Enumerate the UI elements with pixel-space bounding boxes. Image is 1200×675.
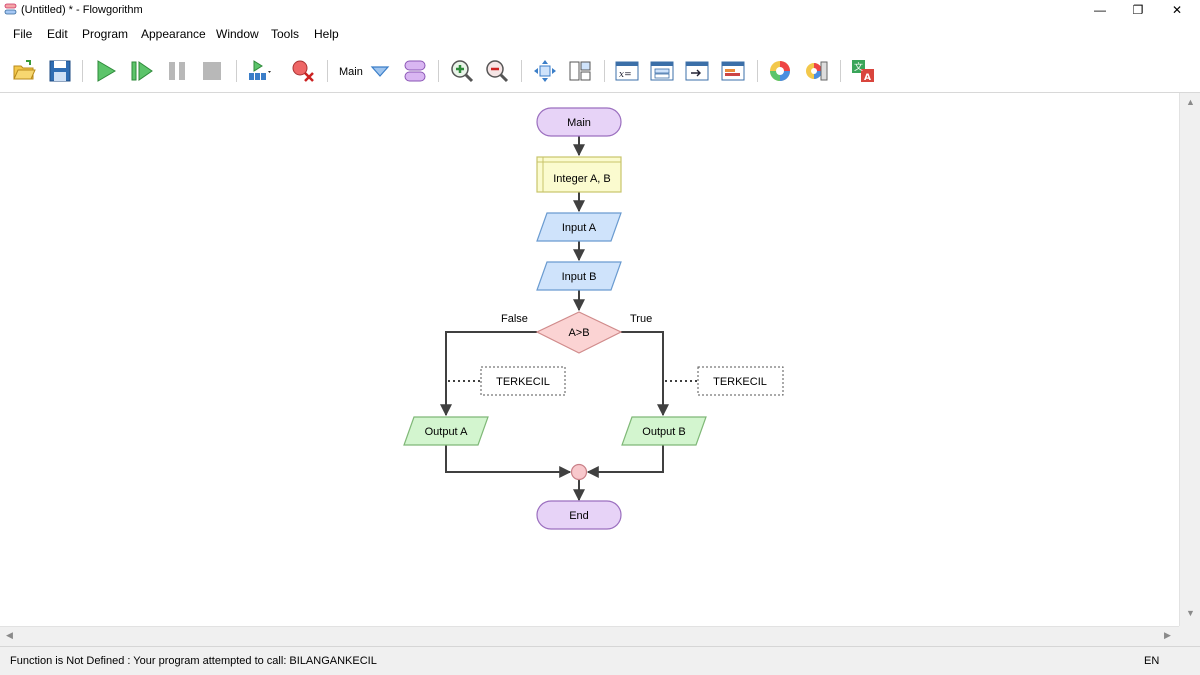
input-a-label: Input A — [562, 222, 597, 234]
source-code-icon[interactable] — [649, 58, 675, 84]
start-label: Main — [567, 117, 591, 129]
output-b-label: Output B — [642, 426, 685, 438]
close-button[interactable]: ✕ — [1157, 0, 1197, 20]
toolbar-separator — [438, 60, 439, 82]
functions-icon[interactable] — [402, 58, 428, 84]
menu-help[interactable]: Help — [314, 27, 339, 41]
title-bar: (Untitled) * - Flowgorithm — ❐ ✕ — [0, 0, 1200, 20]
merge-connector — [570, 463, 588, 481]
save-icon[interactable] — [47, 58, 73, 84]
menu-program[interactable]: Program — [82, 27, 128, 41]
window-title: (Untitled) * - Flowgorithm — [21, 4, 143, 16]
output-a-label: Output A — [425, 426, 468, 438]
pause-icon[interactable] — [164, 58, 190, 84]
scroll-left-icon[interactable]: ◀ — [6, 630, 13, 641]
zoom-out-icon[interactable] — [484, 58, 510, 84]
scroll-down-icon[interactable]: ▼ — [1186, 608, 1195, 618]
clear-breakpoints-icon[interactable] — [290, 58, 316, 84]
function-selector-label[interactable]: Main — [339, 66, 363, 78]
output-a-shape[interactable]: Output A — [403, 416, 489, 446]
false-branch-label: False — [501, 313, 528, 325]
zoom-in-icon[interactable] — [449, 58, 475, 84]
declare-shape[interactable]: Integer A, B — [536, 156, 622, 193]
scroll-right-icon[interactable]: ▶ — [1164, 630, 1171, 641]
scroll-up-icon[interactable]: ▲ — [1186, 97, 1195, 107]
start-terminal[interactable]: Main — [536, 107, 622, 137]
flowchart: Main Integer A, B Input A Input B A>B Fa… — [403, 107, 784, 530]
status-bar: Function is Not Defined : Your program a… — [0, 646, 1200, 675]
chart-window-icon[interactable] — [720, 58, 746, 84]
comment-left[interactable]: TERKECIL — [480, 366, 566, 396]
run-speed-icon[interactable] — [246, 58, 272, 84]
toolbar-separator — [327, 60, 328, 82]
toolbar-separator — [521, 60, 522, 82]
translate-language-icon[interactable]: 文 A — [850, 58, 876, 84]
stop-icon[interactable] — [199, 58, 225, 84]
end-label: End — [569, 510, 589, 522]
true-branch-line — [621, 331, 669, 417]
appearance-settings-icon[interactable] — [803, 58, 829, 84]
toolbar-separator — [604, 60, 605, 82]
false-merge-line — [445, 445, 572, 478]
decision-label: A>B — [568, 327, 589, 339]
comment-right[interactable]: TERKECIL — [697, 366, 784, 396]
comment-right-label: TERKECIL — [713, 376, 767, 388]
menu-appearance[interactable]: Appearance — [141, 27, 206, 41]
vertical-scrollbar[interactable]: ▲ ▼ — [1179, 93, 1200, 626]
svg-text:x=: x= — [619, 70, 632, 80]
declare-label: Integer A, B — [553, 173, 610, 185]
restore-button[interactable]: ❐ — [1118, 0, 1158, 20]
output-b-shape[interactable]: Output B — [621, 416, 707, 446]
variable-watch-icon[interactable]: x= — [614, 58, 640, 84]
svg-text:A: A — [864, 73, 871, 83]
input-b-label: Input B — [562, 271, 597, 283]
svg-text:文: 文 — [854, 61, 863, 73]
toolbar-separator — [840, 60, 841, 82]
menu-file[interactable]: File — [13, 27, 32, 41]
minimize-button[interactable]: — — [1080, 0, 1120, 20]
toolbar-separator — [82, 60, 83, 82]
toolbar-separator — [757, 60, 758, 82]
decision-shape[interactable]: A>B — [535, 311, 623, 354]
color-scheme-icon[interactable] — [767, 58, 793, 84]
flowgorithm-app-icon — [4, 3, 17, 15]
menu-tools[interactable]: Tools — [271, 27, 299, 41]
menu-edit[interactable]: Edit — [47, 27, 68, 41]
toolbar-separator — [236, 60, 237, 82]
flowchart-canvas[interactable]: Main Integer A, B Input A Input B A>B Fa… — [0, 93, 1179, 626]
fit-to-window-icon[interactable] — [532, 58, 558, 84]
menu-window[interactable]: Window — [216, 27, 259, 41]
true-branch-label: True — [630, 313, 652, 325]
run-icon[interactable] — [93, 58, 119, 84]
language-indicator[interactable]: EN — [1144, 655, 1159, 667]
chevron-down-icon[interactable] — [367, 58, 393, 84]
layout-panels-icon[interactable] — [567, 58, 593, 84]
status-message: Function is Not Defined : Your program a… — [10, 655, 377, 667]
menu-bar: File Edit Program Appearance Window Tool… — [0, 20, 1200, 48]
true-merge-line — [586, 445, 664, 478]
input-a-shape[interactable]: Input A — [536, 212, 622, 242]
comment-left-label: TERKECIL — [496, 376, 550, 388]
end-terminal[interactable]: End — [536, 500, 622, 530]
horizontal-scrollbar[interactable]: ◀ ▶ — [0, 626, 1179, 646]
input-b-shape[interactable]: Input B — [536, 261, 622, 291]
open-folder-icon[interactable] — [11, 58, 37, 84]
toolbar: Main x= 文 A — [0, 48, 1200, 93]
console-icon[interactable] — [684, 58, 710, 84]
step-icon[interactable] — [129, 58, 155, 84]
